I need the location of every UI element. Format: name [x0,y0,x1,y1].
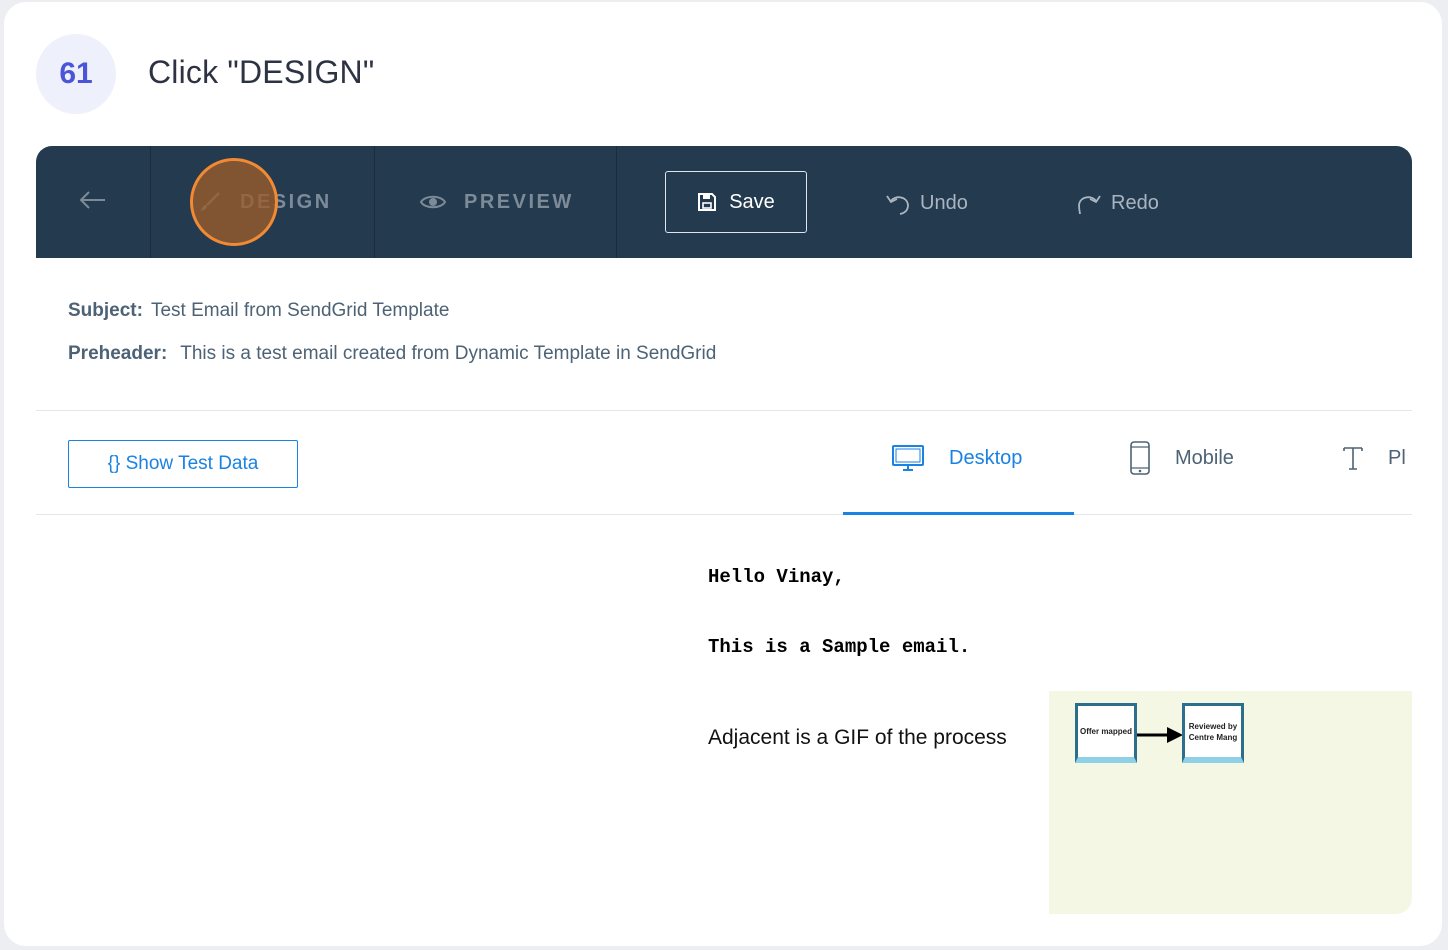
tab-desktop[interactable]: Desktop [891,440,1022,476]
gif-step-box: Offer mapped [1075,703,1137,763]
tab-preview[interactable]: PREVIEW [420,186,574,218]
arrow-left-icon [79,190,107,215]
gif-step-box: Reviewed by Centre Mang [1182,703,1244,763]
toolbar-divider [150,146,151,258]
toolbar-divider [374,146,375,258]
desktop-icon [891,443,925,473]
redo-button[interactable]: Redo [1075,186,1159,220]
save-button[interactable]: Save [665,171,807,233]
editor-screenshot: DESIGN PREVIEW Save Undo Redo Subject: T… [36,146,1412,914]
editor-toolbar: DESIGN PREVIEW Save Undo Redo [36,146,1412,258]
step-card: 61 Click "DESIGN" DESIGN PREVIEW Save Un… [4,2,1442,946]
email-line: This is a Sample email. [708,636,971,658]
eye-icon [420,193,446,211]
save-button-label: Save [729,190,775,213]
toolbar-divider [616,146,617,258]
click-target-highlight [190,158,278,246]
preheader-label: Preheader: [68,343,168,364]
active-tab-indicator [843,512,1074,515]
step-number: 61 [59,57,93,90]
email-body-text: Adjacent is a GIF of the process [708,726,1007,749]
undo-icon [884,189,912,217]
arrow-right-icon [1137,727,1183,743]
tab-desktop-label: Desktop [949,446,1023,469]
preheader-line: Preheader: This is a test email created … [68,343,716,365]
tab-preview-label: PREVIEW [464,190,574,213]
email-greeting: Hello Vinay, [708,566,845,588]
preheader-value: This is a test email created from Dynami… [180,343,717,364]
tabs-divider [36,514,1412,515]
tab-mobile-label: Mobile [1175,446,1234,469]
subject-line: Subject: Test Email from SendGrid Templat… [68,300,449,322]
tab-plain-text-label: Pl [1388,446,1406,469]
subject-value: Test Email from SendGrid Template [150,300,450,321]
undo-button[interactable]: Undo [884,186,968,220]
plain-text-icon [1342,445,1364,471]
undo-label: Undo [920,191,968,214]
step-number-badge: 61 [36,34,116,114]
step-instruction: Click "DESIGN" [148,54,375,90]
back-button[interactable] [74,184,112,220]
redo-label: Redo [1111,191,1159,214]
redo-icon [1075,189,1103,217]
section-divider [36,410,1412,411]
tab-mobile[interactable]: Mobile [1129,440,1234,476]
tab-plain-text[interactable]: Pl [1342,440,1406,476]
show-test-data-button[interactable]: {} Show Test Data [68,440,298,488]
subject-label: Subject: [68,300,143,321]
mobile-icon [1129,441,1151,475]
floppy-disk-icon [697,192,717,212]
process-gif: Offer mapped Reviewed by Centre Mang [1049,691,1412,914]
